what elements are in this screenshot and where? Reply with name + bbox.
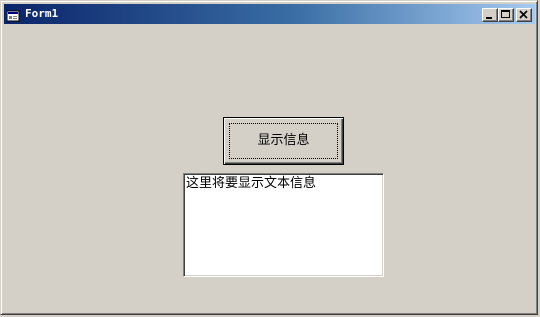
show-info-button[interactable]: 显示信息 (223, 117, 344, 165)
close-button[interactable] (516, 8, 532, 22)
close-icon (519, 10, 528, 19)
maximize-button[interactable] (498, 8, 514, 22)
info-textbox-text: 这里将要显示文本信息 (186, 176, 317, 191)
form-window: Form1 显示信息 这里将要显示文本信息 (0, 0, 538, 315)
title-bar[interactable]: Form1 (4, 4, 535, 24)
minimize-button[interactable] (482, 8, 498, 22)
show-info-button-label: 显示信息 (257, 133, 310, 148)
minimize-icon (486, 17, 492, 19)
app-icon[interactable] (6, 7, 21, 22)
window-title: Form1 (25, 7, 59, 20)
info-textbox[interactable]: 这里将要显示文本信息 (183, 173, 384, 277)
maximize-icon (501, 10, 510, 18)
